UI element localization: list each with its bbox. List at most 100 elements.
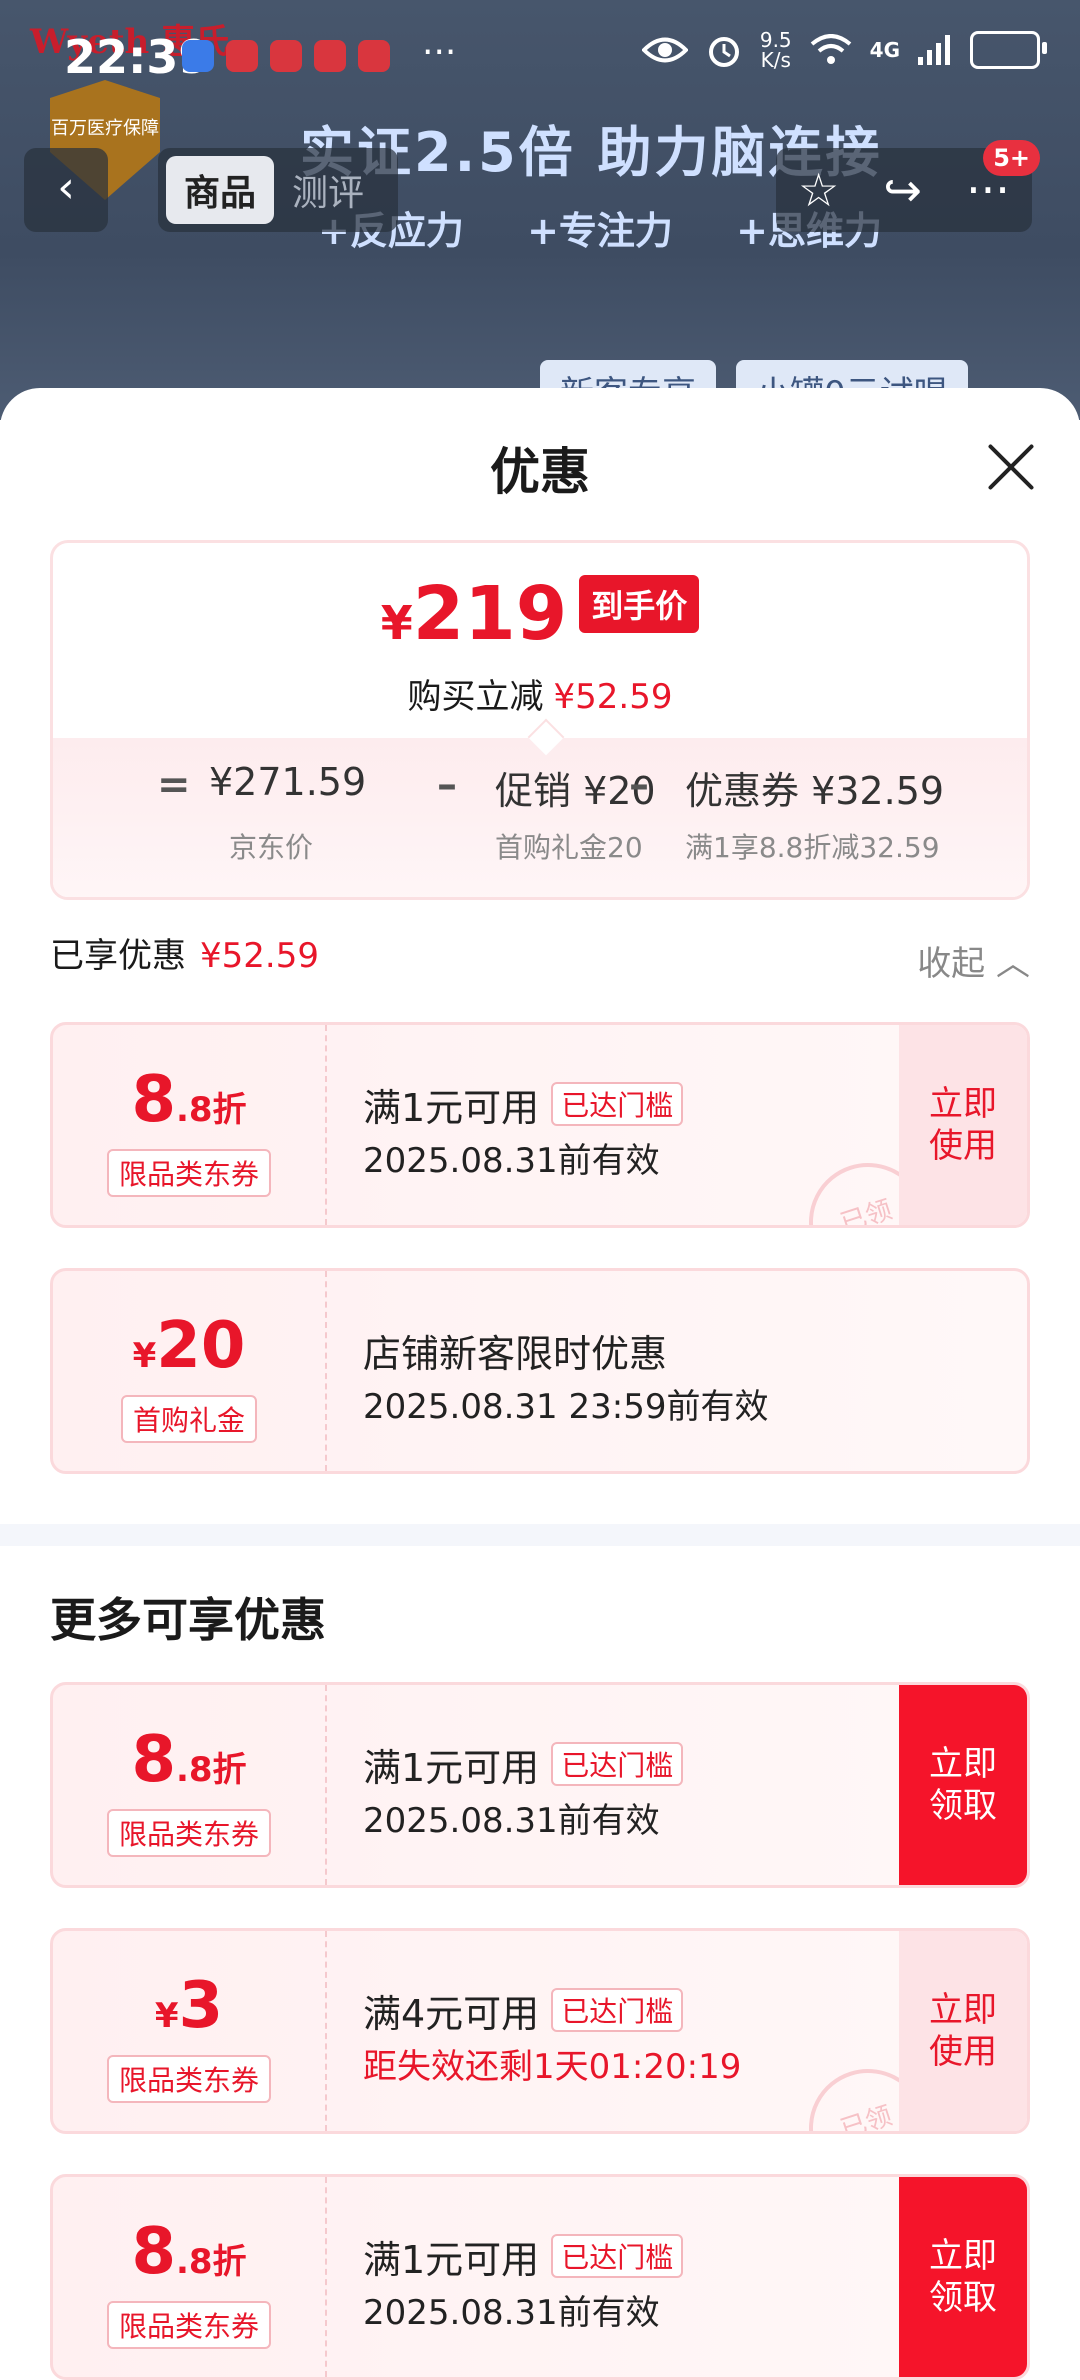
section-divider (0, 1524, 1080, 1546)
instant-discount: 购买立减 ¥52.59 (53, 669, 1027, 718)
coupon-condition: 满1元可用 (363, 1086, 540, 1130)
coupon-amount-unit: .8折 (175, 1750, 247, 1790)
instant-discount-label: 购买立减 (407, 677, 544, 717)
coupon-amount: 8.8折 (53, 1063, 325, 1137)
threshold-badge: 已达门槛 (551, 1082, 684, 1126)
threshold-badge: 已达门槛 (551, 1988, 684, 2032)
discount-sheet: 优惠 ¥219 到手价 购买立减 ¥52.59 = ¥271.59 京东价 – 促销… (0, 388, 1080, 2380)
coupon-type: 限品类东券 (106, 1149, 272, 1197)
coupon-title: 满1元可用 已达门槛 (363, 2229, 684, 2284)
enjoyed-discount: 已享优惠 ¥52.59 (50, 928, 319, 977)
coupon-card: 8.8折 限品类东券 满1元可用 已达门槛 2025.08.31前有效 立即 领取 (50, 2174, 1030, 2380)
chevron-left-icon: ‹ (57, 162, 75, 213)
claim-now-label: 立即 领取 (929, 1744, 997, 1826)
coupon-amount-main: 3 (178, 1969, 224, 2043)
threshold-badge: 已达门槛 (551, 1742, 684, 1786)
tab-review[interactable]: 测评 (274, 156, 382, 224)
price-summary-card: ¥219 到手价 购买立减 ¥52.59 = ¥271.59 京东价 – 促销 ¥2… (50, 540, 1030, 900)
back-button[interactable]: ‹ (24, 148, 108, 232)
minus-sign: – (437, 762, 457, 808)
use-now-label: 立即 使用 (929, 1990, 997, 2072)
close-icon[interactable] (986, 442, 1036, 492)
enjoyed-label: 已享优惠 (50, 936, 186, 976)
sheet-title: 优惠 (490, 443, 590, 501)
coupon-title: 店铺新客限时优惠 (363, 1323, 667, 1378)
coupon-condition: 满1元可用 (363, 1746, 540, 1790)
coupon-expiry: 2025.08.31 23:59前有效 (363, 1387, 769, 1427)
coupon-type: 限品类东券 (106, 2055, 272, 2103)
coupon-amount-main: 8 (131, 1723, 176, 1797)
signal-label: 4G (869, 38, 900, 62)
coupon-condition: 满4元可用 (363, 1992, 540, 2036)
alarm-icon (708, 37, 739, 67)
more-discounts-title: 更多可享优惠 (50, 1593, 326, 1647)
jd-price-label: 京东价 (229, 831, 314, 864)
coupon-amount-section: ¥3 限品类东券 (53, 1931, 327, 2131)
final-price: ¥219 到手价 (53, 571, 1027, 657)
system-status-icons: 9.5 K/s 4G (641, 28, 1047, 72)
share-icon[interactable]: ↪ (883, 163, 922, 217)
final-price-section: ¥219 到手价 购买立减 ¥52.59 (53, 543, 1027, 738)
cell-signal-icon (918, 35, 950, 65)
notification-icons (182, 40, 390, 72)
price-breakdown: = ¥271.59 京东价 – 促销 ¥20 首购礼金20 – 优惠券 ¥32.… (53, 718, 1027, 897)
app-notification-icon (226, 40, 258, 72)
collapse-button[interactable]: 收起 ︿ (917, 936, 1030, 985)
coupon-currency: ¥ (154, 1996, 179, 2036)
coupon-expiry: 2025.08.31前有效 (363, 1141, 660, 1181)
coupon-type: 首购礼金 (120, 1395, 258, 1443)
tab-product[interactable]: 商品 (166, 156, 275, 224)
coupon-amount-main: 8 (131, 1063, 176, 1137)
coupon-value: 优惠券 ¥32.59 (685, 769, 945, 813)
network-speed: 9.5 K/s (759, 28, 792, 72)
message-badge: 5+ (983, 140, 1040, 176)
coupon-title: 满1元可用 已达门槛 (363, 1737, 684, 1792)
coupon-type: 限品类东券 (106, 1809, 272, 1857)
coupon-amount: ¥3 (53, 1969, 325, 2043)
coupon-expiry: 2025.08.31前有效 (363, 2293, 660, 2333)
app-notification-icon (182, 40, 214, 72)
minus-sign: – (629, 762, 649, 808)
threshold-badge: 已达门槛 (551, 2234, 684, 2278)
wifi-icon (810, 34, 851, 64)
coupon-amount-unit: .8折 (175, 2242, 247, 2282)
currency-symbol: ¥ (380, 596, 413, 650)
coupon-currency: ¥ (132, 1336, 157, 1376)
final-price-tag: 到手价 (579, 575, 700, 633)
coupon-expiry: 2025.08.31前有效 (363, 1801, 660, 1841)
star-icon[interactable]: ☆ (798, 163, 839, 217)
product-nav-bar: ‹ 商品 测评 ☆ ↪ ··· 5+ (24, 140, 1056, 232)
coupon-amount-main: 8 (131, 2215, 176, 2289)
claim-now-button[interactable]: 立即 领取 (899, 1685, 1027, 1885)
instant-discount-amount: ¥52.59 (553, 677, 673, 717)
coupon-amount: 8.8折 (53, 1723, 325, 1797)
coupon-amount-section: ¥20 首购礼金 (53, 1271, 327, 1471)
coupon-amount-main: 20 (156, 1309, 246, 1383)
promo-label: 首购礼金20 (495, 831, 643, 864)
coupon-amount: ¥20 (53, 1309, 325, 1383)
app-notification-icon (358, 40, 390, 72)
claim-now-label: 立即 领取 (929, 2236, 997, 2318)
coupon-title: 满1元可用 已达门槛 (363, 1077, 684, 1132)
app-notification-icon (314, 40, 346, 72)
app-notification-icon (270, 40, 302, 72)
coupon-amount-section: 8.8折 限品类东券 (53, 2177, 327, 2377)
coupon-card: 8.8折 限品类东券 满1元可用 已达门槛 2025.08.31前有效 立即 领取 (50, 1682, 1030, 1888)
coupon-amount-section: 8.8折 限品类东券 (53, 1685, 327, 1885)
coupon-title: 满4元可用 已达门槛 (363, 1983, 684, 2038)
more-notifications-icon: ··· (422, 32, 457, 73)
coupon-condition: 满1元可用 (363, 2238, 540, 2282)
coupon-amount: 8.8折 (53, 2215, 325, 2289)
use-now-button[interactable]: 立即 使用 (899, 1931, 1027, 2131)
status-bar: 22:39 ··· 9.5 K/s 4G (0, 0, 1080, 120)
enjoyed-amount: ¥52.59 (200, 936, 319, 976)
use-now-label: 立即 使用 (929, 1084, 997, 1166)
final-price-value: 219 (412, 571, 568, 657)
claim-now-button[interactable]: 立即 领取 (899, 2177, 1027, 2377)
product-tabs: 商品 测评 (158, 148, 399, 232)
equals-sign: = (157, 762, 191, 808)
coupon-amount-section: 8.8折 限品类东券 (53, 1025, 327, 1225)
coupon-card: ¥3 限品类东券 满4元可用 已达门槛 距失效还剩1天01:20:19 已领 立即… (50, 1928, 1030, 2134)
coupon-condition: 店铺新客限时优惠 (363, 1332, 668, 1376)
use-now-button[interactable]: 立即 使用 (899, 1025, 1027, 1225)
